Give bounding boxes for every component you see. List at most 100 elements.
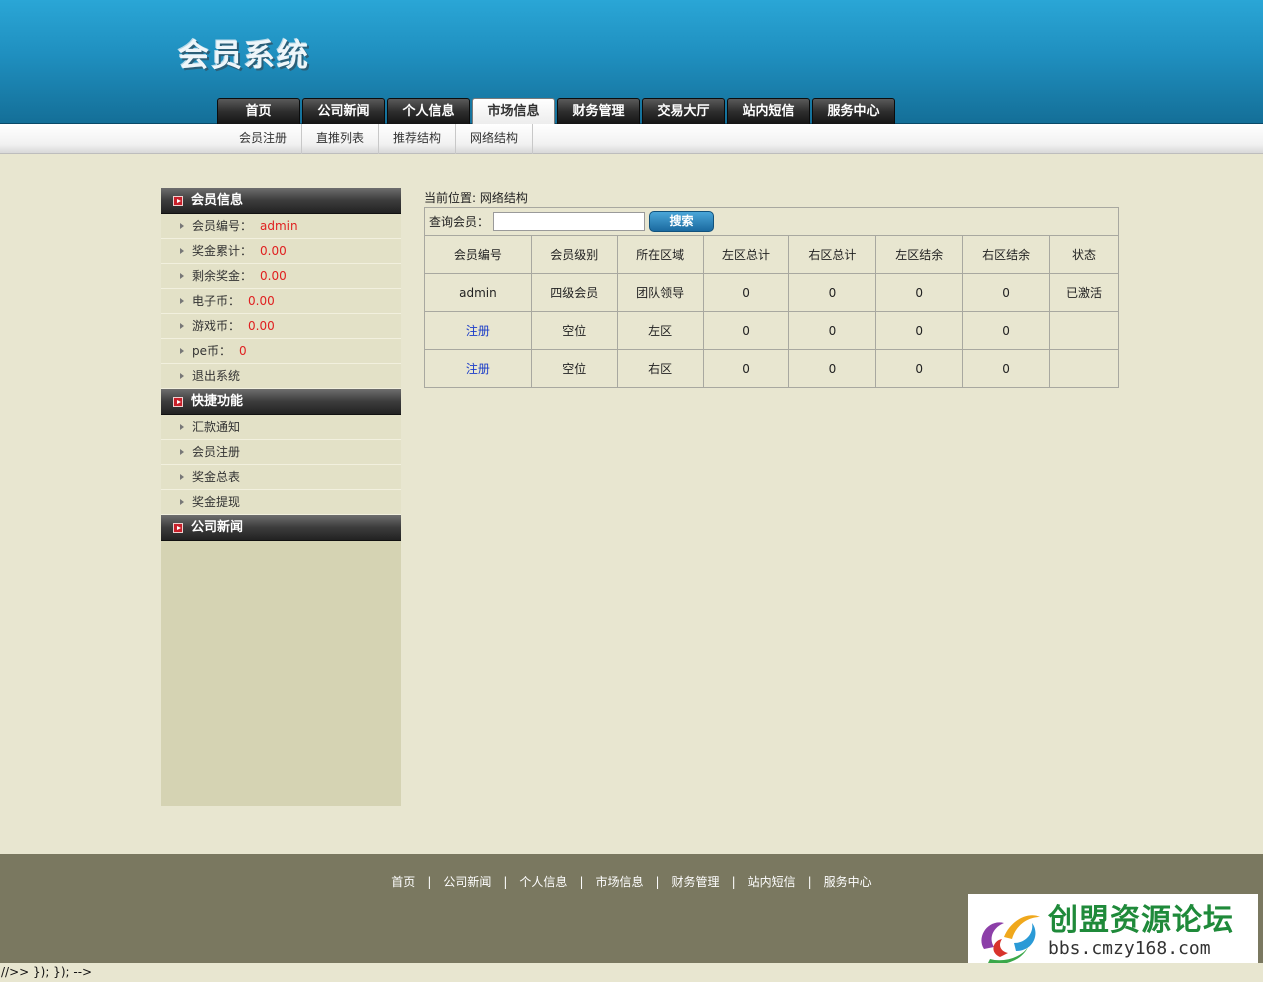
nav-tab-messages[interactable]: 站内短信 — [727, 98, 810, 124]
sidebar-item-value: 0.00 — [260, 244, 287, 258]
register-link[interactable]: 注册 — [424, 349, 532, 388]
cell-status — [1049, 311, 1119, 350]
sidebar-item-label: 剩余奖金： — [192, 269, 253, 283]
footer-link-company-news[interactable]: 公司新闻 — [443, 875, 491, 889]
sidebar-item-value: admin — [260, 219, 298, 233]
table-row: 注册 空位 左区 0 0 0 0 — [424, 311, 1119, 350]
col-area: 所在区域 — [616, 235, 704, 274]
col-right-total: 右区总计 — [788, 235, 877, 274]
bullet-arrow-icon — [180, 348, 184, 354]
sidebar-item-logout[interactable]: 退出系统 — [161, 364, 401, 389]
subnav-network-structure[interactable]: 网络结构 — [456, 124, 534, 154]
cell-left-balance: 0 — [875, 273, 964, 312]
subnav-direct-list[interactable]: 直推列表 — [302, 124, 380, 154]
leaked-script-text: //>> }); }); --> — [0, 963, 1263, 982]
col-left-total: 左区总计 — [702, 235, 790, 274]
watermark-title: 创盟资源论坛 — [1048, 902, 1234, 938]
footer-link-service[interactable]: 服务中心 — [824, 875, 872, 889]
bullet-arrow-icon — [180, 323, 184, 329]
cell-right-total: 0 — [788, 273, 877, 312]
table-row: admin 四级会员 团队领导 0 0 0 0 已激活 — [424, 273, 1119, 312]
main-content: 当前位置: 网络结构 查询会员： 搜索 会员编号 会员级别 所在区域 左区总计 … — [424, 190, 1119, 388]
sidebar-item-label: 会员编号： — [192, 219, 253, 233]
cell-left-total: 0 — [702, 349, 790, 388]
sidebar-item-pe-coin: pe币： 0 — [161, 339, 401, 364]
cell-right-total: 0 — [788, 311, 877, 350]
sidebar-header-label: 公司新闻 — [191, 519, 244, 535]
sidebar-item-label: 会员注册 — [192, 445, 241, 459]
bullet-arrow-icon — [180, 474, 184, 480]
sidebar-item-label: 电子币： — [192, 294, 241, 308]
sidebar-item-remittance-notice[interactable]: 汇款通知 — [161, 415, 401, 440]
table-header-row: 会员编号 会员级别 所在区域 左区总计 右区总计 左区结余 右区结余 状态 — [424, 235, 1119, 274]
bullet-arrow-icon — [180, 298, 184, 304]
nav-tab-market-info[interactable]: 市场信息 — [472, 98, 555, 125]
subnav-member-register[interactable]: 会员注册 — [225, 124, 303, 154]
cell-left-balance: 0 — [875, 349, 964, 388]
nav-tab-trading-hall[interactable]: 交易大厅 — [642, 98, 725, 124]
sidebar-item-member-register[interactable]: 会员注册 — [161, 440, 401, 465]
sidebar-item-label: 奖金累计： — [192, 244, 253, 258]
sidebar-header-member-info: 会员信息 — [161, 188, 401, 214]
sidebar-item-value: 0.00 — [248, 319, 275, 333]
nav-tab-home[interactable]: 首页 — [217, 98, 300, 124]
sidebar-item-e-coin: 电子币： 0.00 — [161, 289, 401, 314]
sidebar-header-quick-functions: 快捷功能 — [161, 389, 401, 415]
arrow-right-icon — [173, 396, 183, 407]
cell-member-id: admin — [424, 273, 532, 312]
footer-separator: | — [807, 875, 812, 889]
nav-tab-company-news[interactable]: 公司新闻 — [302, 98, 385, 124]
sidebar-item-label: pe币： — [192, 344, 232, 358]
cell-area: 团队领导 — [616, 273, 704, 312]
sidebar-item-bonus-withdraw[interactable]: 奖金提现 — [161, 490, 401, 515]
site-logo: 会员系统 — [178, 38, 310, 74]
watermark-url: bbs.cmzy168.com — [1048, 937, 1211, 959]
footer-link-finance[interactable]: 财务管理 — [672, 875, 720, 889]
footer-link-market-info[interactable]: 市场信息 — [595, 875, 643, 889]
search-button[interactable]: 搜索 — [649, 211, 715, 232]
network-table: 会员编号 会员级别 所在区域 左区总计 右区总计 左区结余 右区结余 状态 ad… — [424, 235, 1119, 388]
bullet-arrow-icon — [180, 373, 184, 379]
sidebar-header-company-news: 公司新闻 — [161, 515, 401, 541]
sidebar-item-label: 奖金提现 — [192, 495, 241, 509]
main-nav: 首页 公司新闻 个人信息 市场信息 财务管理 交易大厅 站内短信 服务中心 — [217, 98, 895, 125]
arrow-right-icon — [173, 195, 183, 206]
cell-right-balance: 0 — [962, 273, 1051, 312]
footer-link-personal-info[interactable]: 个人信息 — [519, 875, 567, 889]
sidebar-item-label: 游戏币： — [192, 319, 241, 333]
arrow-right-icon — [173, 522, 183, 533]
footer-links: 首页 | 公司新闻 | 个人信息 | 市场信息 | 财务管理 | 站内短信 | 服务中心 — [0, 873, 1263, 890]
search-bar: 查询会员： 搜索 — [424, 207, 1119, 235]
sidebar-item-label: 退出系统 — [192, 369, 241, 383]
nav-tab-finance[interactable]: 财务管理 — [557, 98, 640, 124]
footer-separator: | — [503, 875, 508, 889]
subnav-referral-structure[interactable]: 推荐结构 — [379, 124, 457, 154]
breadcrumb: 当前位置: 网络结构 — [424, 191, 528, 205]
search-input[interactable] — [493, 212, 646, 231]
footer-link-home[interactable]: 首页 — [391, 875, 415, 889]
cell-member-level: 四级会员 — [530, 273, 618, 312]
table-row: 注册 空位 右区 0 0 0 0 — [424, 349, 1119, 388]
sidebar-header-label: 快捷功能 — [191, 393, 244, 409]
register-link[interactable]: 注册 — [424, 311, 532, 350]
cell-right-balance: 0 — [962, 349, 1051, 388]
col-left-balance: 左区结余 — [875, 235, 964, 274]
cell-member-level: 空位 — [530, 311, 618, 350]
sidebar-item-bonus-remaining: 剩余奖金： 0.00 — [161, 264, 401, 289]
page-header: 会员系统 首页 公司新闻 个人信息 市场信息 财务管理 交易大厅 站内短信 服务… — [0, 0, 1263, 125]
nav-tab-personal-info[interactable]: 个人信息 — [387, 98, 470, 124]
footer-separator: | — [731, 875, 736, 889]
nav-tab-service[interactable]: 服务中心 — [812, 98, 895, 124]
cell-status: 已激活 — [1049, 273, 1119, 312]
cell-member-level: 空位 — [530, 349, 618, 388]
sidebar-item-bonus-summary[interactable]: 奖金总表 — [161, 465, 401, 490]
cell-left-total: 0 — [702, 311, 790, 350]
search-label: 查询会员： — [429, 215, 490, 229]
footer-link-messages[interactable]: 站内短信 — [748, 875, 796, 889]
forum-logo-icon — [981, 914, 1040, 964]
bullet-arrow-icon — [180, 223, 184, 229]
col-member-level: 会员级别 — [530, 235, 618, 274]
bullet-arrow-icon — [180, 248, 184, 254]
col-right-balance: 右区结余 — [962, 235, 1051, 274]
cell-right-balance: 0 — [962, 311, 1051, 350]
